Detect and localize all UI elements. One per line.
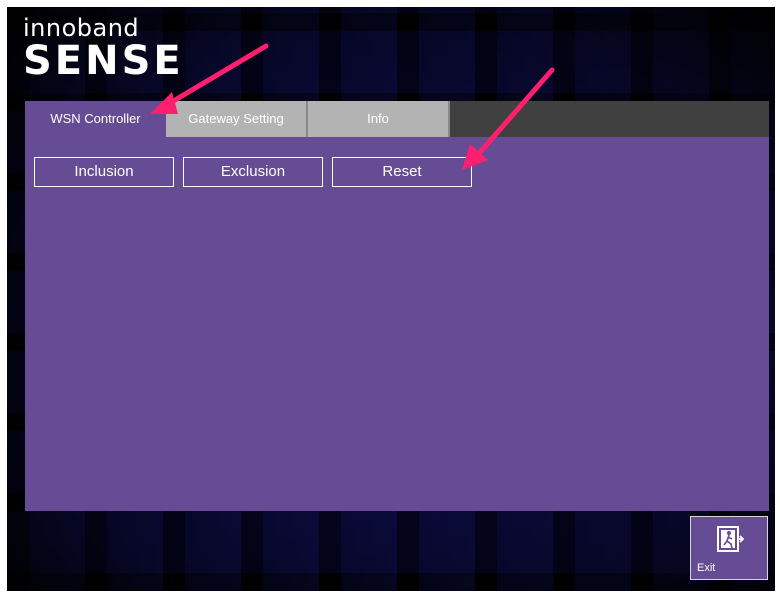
main-panel: WSN Controller Gateway Setting Info Incl… [25,101,769,511]
exit-door-icon [717,526,745,552]
inclusion-button[interactable]: Inclusion [34,157,174,187]
tab-gateway-setting[interactable]: Gateway Setting [166,101,308,137]
exclusion-button[interactable]: Exclusion [183,157,323,187]
tab-strip: WSN Controller Gateway Setting Info [25,101,769,137]
reset-button[interactable]: Reset [332,157,472,187]
app-window: innoband SENSE WSN Controller Gateway Se… [7,7,775,591]
logo-brand-main: SENSE [23,38,184,84]
exit-label: Exit [697,562,716,574]
tab-wsn-controller[interactable]: WSN Controller [25,101,166,137]
app-logo: innoband SENSE [23,13,184,81]
exit-button[interactable]: Exit [690,516,768,580]
tab-info[interactable]: Info [308,101,450,137]
